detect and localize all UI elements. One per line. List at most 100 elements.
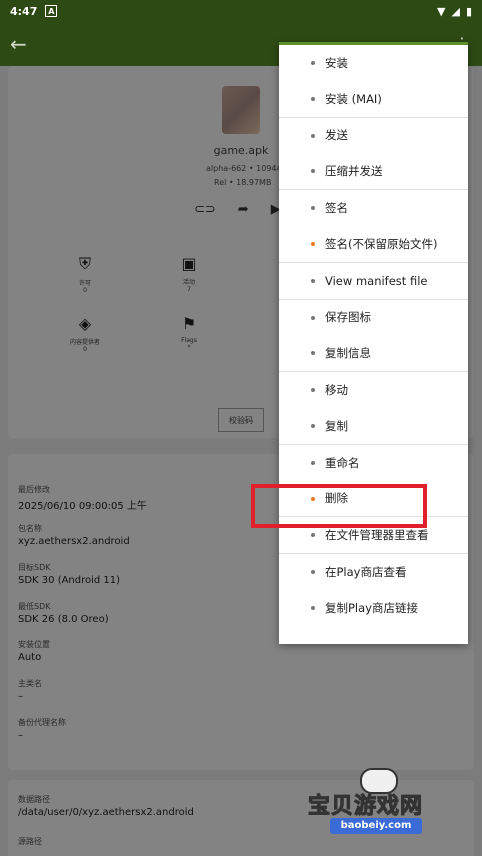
grid-flags[interactable]: ⚑ Flags * <box>159 314 219 351</box>
info-target-sdk: 目标SDK SDK 30 (Android 11) <box>18 562 120 586</box>
bullet-dot-icon <box>311 278 315 283</box>
menu-item[interactable]: 在Play商店查看 <box>279 554 468 590</box>
info-key: 主类名 <box>18 679 42 688</box>
info-key: 最后修改 <box>18 485 50 494</box>
bullet-dot-icon <box>311 133 315 138</box>
menu-group: 签名签名(不保留原始文件) <box>279 190 468 263</box>
info-last-modified: 最后修改 2025/06/10 09:00:05 上午 <box>18 484 147 512</box>
menu-item[interactable]: 安装 (MAI) <box>279 81 468 117</box>
info-key: 目标SDK <box>18 563 51 572</box>
grid-label: 内容提供者 <box>69 339 100 346</box>
back-arrow-icon[interactable]: ← <box>10 32 34 56</box>
grid-label: Flags <box>181 337 197 344</box>
notification-icon: A <box>45 5 58 17</box>
menu-item-label: 复制 <box>325 418 348 433</box>
menu-item[interactable]: View manifest file <box>279 263 468 299</box>
info-value: SDK 30 (Android 11) <box>18 575 121 586</box>
info-key: 备份代理名称 <box>18 718 66 727</box>
bullet-dot-icon <box>311 206 315 211</box>
status-bar: 4:47 A ▼ ◢ ▮ <box>0 0 482 22</box>
menu-item-label: 保存图标 <box>325 310 371 325</box>
info-install-location: 安装位置 Auto <box>18 639 50 663</box>
menu-item[interactable]: 签名(不保留原始文件) <box>279 226 468 262</box>
bullet-dot-icon <box>311 351 315 356</box>
info-key: 源路径 <box>18 837 42 846</box>
menu-group: View manifest file <box>279 263 468 300</box>
bullet-dot-icon <box>311 570 315 575</box>
menu-item[interactable]: 保存图标 <box>279 300 468 336</box>
menu-item-label: 复制信息 <box>325 346 371 361</box>
wifi-icon: ▼ <box>437 4 446 18</box>
grid-providers[interactable]: ◈ 内容提供者 0 <box>55 314 115 353</box>
info-source-path: 源路径 <box>18 836 42 847</box>
checksum-button[interactable]: 校验码 <box>218 408 264 432</box>
status-icons: ▼ ◢ ▮ <box>437 5 472 18</box>
menu-item-label: 复制Play商店链接 <box>325 600 418 615</box>
info-value: 2025/06/10 09:00:05 上午 <box>18 501 147 512</box>
info-key: 最低SDK <box>18 602 51 611</box>
watermark-text: 宝贝游戏网 <box>307 794 424 820</box>
activity-icon: ▣ <box>181 254 197 273</box>
grid-permissions[interactable]: ⛨ 许可 0 <box>55 254 115 294</box>
bullet-dot-icon <box>311 61 315 65</box>
menu-item-label: View manifest file <box>325 273 428 288</box>
info-value: /data/user/0/xyz.aethersx2.android <box>18 807 194 818</box>
menu-item-label: 在文件管理器里查看 <box>325 528 429 543</box>
menu-group: 在Play商店查看 复制Play商店链接 <box>279 554 468 626</box>
battery-icon: ▮ <box>465 4 472 18</box>
share-icon[interactable]: ➦ <box>238 202 249 217</box>
menu-item[interactable]: 发送 <box>279 118 468 154</box>
app-version: alpha-662 • 10944 <box>206 164 282 173</box>
bullet-dot-icon <box>311 423 315 428</box>
menu-group: 安装安装 (MAI) <box>279 45 468 118</box>
grid-label: 许可 <box>78 280 91 287</box>
status-time: 4:47 <box>10 4 38 18</box>
app-icon <box>222 86 260 134</box>
menu-item-label: 压缩并发送 <box>325 164 383 179</box>
warning-dot-icon <box>311 241 315 246</box>
grid-label: 活动 <box>182 279 195 286</box>
menu-item[interactable]: 复制Play商店链接 <box>279 590 468 626</box>
info-key: 数据路径 <box>18 795 50 804</box>
menu-item-label: 在Play商店查看 <box>325 565 407 580</box>
bullet-dot-icon <box>311 315 315 320</box>
link-icon[interactable]: ⊂⊃ <box>194 202 216 217</box>
menu-item[interactable]: 重命名 <box>279 445 468 481</box>
menu-item-label: 签名(不保留原始文件) <box>325 236 438 251</box>
bullet-dot-icon <box>311 96 315 101</box>
action-row: ⊂⊃ ➦ ▶ <box>194 202 281 217</box>
menu-item[interactable]: 复制 <box>279 408 468 444</box>
flag-icon: ⚑ <box>181 314 197 333</box>
bullet-dot-icon <box>311 460 315 465</box>
menu-item[interactable]: 压缩并发送 <box>279 153 468 189</box>
menu-item[interactable]: 安装 <box>279 45 468 81</box>
watermark-url: baobeiy.com <box>330 818 422 834</box>
info-key: 安装位置 <box>18 640 50 649</box>
menu-item-label: 签名 <box>325 201 348 216</box>
shield-icon: ⛨ <box>78 254 91 273</box>
menu-item[interactable]: 移动 <box>279 372 468 408</box>
bullet-dot-icon <box>311 533 315 538</box>
info-key: 包名称 <box>18 524 42 533</box>
info-data-path: 数据路径 /data/user/0/xyz.aethersx2.android <box>18 794 194 818</box>
info-min-sdk: 最低SDK SDK 26 (8.0 Oreo) <box>18 601 109 625</box>
menu-item[interactable]: 复制信息 <box>279 335 468 371</box>
grid-activities[interactable]: ▣ 活动 7 <box>159 254 219 293</box>
grid-count: 7 <box>187 286 191 293</box>
menu-item[interactable]: 签名 <box>279 190 468 226</box>
app-release: Rel • 18.97MB <box>214 178 272 187</box>
bullet-dot-icon <box>311 388 315 393</box>
menu-item-label: 安装 (MAI) <box>325 91 382 106</box>
menu-group: 保存图标 复制信息 <box>279 300 468 373</box>
info-value: Auto <box>18 652 42 663</box>
bullet-dot-icon <box>311 169 315 174</box>
info-value: – <box>18 730 23 741</box>
menu-item-label: 移动 <box>325 383 348 398</box>
info-value: xyz.aethersx2.android <box>18 536 130 547</box>
grid-count: 0 <box>83 346 87 353</box>
info-package-name: 包名称 xyz.aethersx2.android <box>18 523 130 547</box>
menu-body: 安装 安装 (MAI) 发送 压缩并发送 签名 签名(不保留原始文件) View manif… <box>279 45 468 626</box>
info-backup-agent: 备份代理名称 – <box>18 717 66 741</box>
grid-count: * <box>187 344 191 351</box>
bullet-dot-icon <box>311 605 315 610</box>
